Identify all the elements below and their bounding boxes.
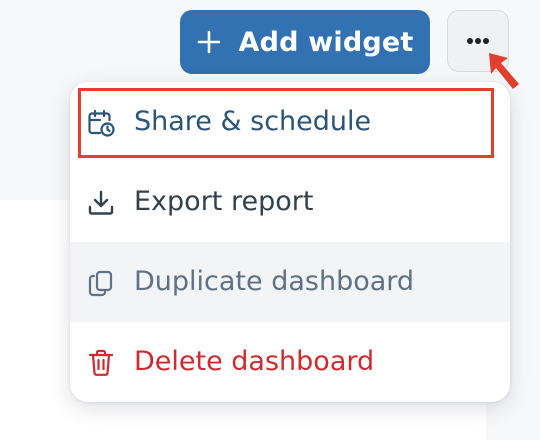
menu-item-share-schedule[interactable]: Share & schedule [70, 82, 510, 162]
menu-item-label: Delete dashboard [134, 346, 375, 377]
menu-item-duplicate-dashboard[interactable]: Duplicate dashboard [70, 242, 510, 322]
copy-icon [86, 268, 116, 298]
trash-icon [86, 348, 116, 378]
menu-item-label: Share & schedule [134, 106, 372, 137]
dashboard-options-menu: Share & schedule Export report Duplicate… [70, 82, 510, 402]
menu-item-delete-dashboard[interactable]: Delete dashboard [70, 322, 510, 402]
menu-item-label: Export report [134, 186, 314, 217]
menu-item-label: Duplicate dashboard [134, 266, 415, 297]
menu-item-export-report[interactable]: Export report [70, 162, 510, 242]
calendar-clock-icon [86, 108, 116, 138]
download-icon [86, 188, 116, 218]
add-widget-button[interactable]: Add widget [180, 10, 430, 74]
ellipsis-icon [467, 38, 489, 44]
add-widget-label: Add widget [238, 26, 414, 58]
plus-icon [196, 29, 222, 55]
